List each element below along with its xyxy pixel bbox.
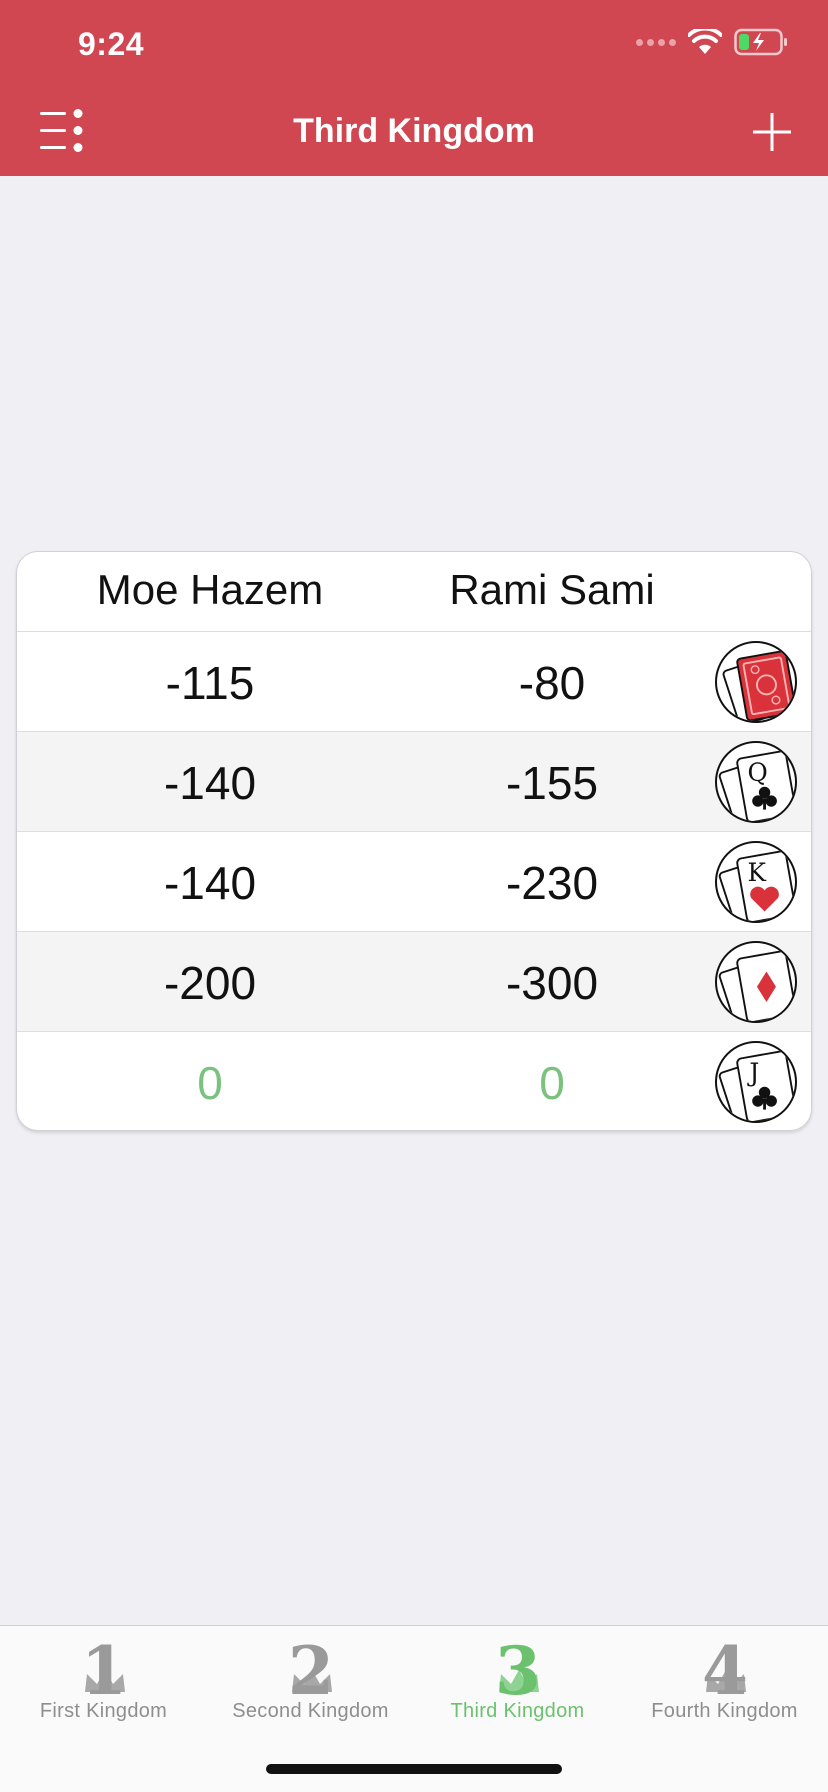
jack-of-clubs-icon[interactable]: J: [715, 1041, 797, 1123]
svg-text:3: 3: [495, 1632, 541, 1700]
score-cell: -140: [163, 757, 257, 809]
queen-of-clubs-icon[interactable]: Q: [715, 741, 797, 823]
navigation-header: 9:24 Third Kingdom: [0, 0, 828, 176]
svg-text:1: 1: [81, 1632, 127, 1700]
score-cell: -115: [165, 657, 255, 709]
battery-charging-icon: [734, 28, 787, 56]
wifi-icon: [688, 29, 722, 54]
table-row[interactable]: -115 -80: [17, 632, 811, 732]
score-cell: 0: [539, 1057, 565, 1109]
player-name: Moe Hazem: [96, 566, 324, 613]
svg-text:4: 4: [702, 1632, 748, 1700]
tab-third-kingdom[interactable]: 3 Third Kingdom: [414, 1630, 621, 1740]
table-row[interactable]: -140 -155 Q: [17, 732, 811, 832]
add-button[interactable]: [750, 110, 794, 154]
tab-fourth-kingdom[interactable]: 4 Fourth Kingdom: [621, 1630, 828, 1740]
tab-label: Fourth Kingdom: [651, 1700, 798, 1722]
signal-dots-icon: [636, 38, 676, 46]
tab-label: Second Kingdom: [232, 1700, 389, 1722]
score-cell: -300: [505, 957, 599, 1009]
svg-text:K: K: [747, 858, 766, 887]
tab-second-kingdom[interactable]: 2 Second Kingdom: [207, 1630, 414, 1740]
svg-text:Q: Q: [747, 758, 767, 787]
score-cell: -80: [518, 657, 586, 709]
score-cell: -230: [505, 857, 599, 909]
table-row[interactable]: 0 0 J: [17, 1032, 811, 1130]
player-name: Rami Sami: [449, 566, 655, 613]
king-of-hearts-icon[interactable]: K: [715, 841, 797, 923]
tab-label: Third Kingdom: [450, 1700, 585, 1722]
crown-number-icon: 3: [495, 1632, 541, 1700]
plus-icon: [753, 113, 791, 151]
score-cell: -140: [163, 857, 257, 909]
home-indicator: [266, 1764, 562, 1774]
table-row[interactable]: -200 -300: [17, 932, 811, 1032]
diamonds-icon[interactable]: [715, 941, 797, 1023]
score-cell: -155: [505, 757, 599, 809]
card-back-icon[interactable]: [715, 641, 797, 723]
tab-first-kingdom[interactable]: 1 First Kingdom: [0, 1630, 207, 1740]
page-title: Third Kingdom: [293, 112, 535, 150]
table-row[interactable]: -140 -230 K: [17, 832, 811, 932]
crown-number-icon: 4: [702, 1632, 748, 1700]
crown-number-icon: 2: [288, 1632, 334, 1700]
status-time: 9:24: [78, 26, 145, 62]
score-cell: -200: [163, 957, 257, 1009]
score-cell: 0: [197, 1057, 223, 1109]
status-icons: [636, 28, 788, 56]
crown-number-icon: 1: [81, 1632, 127, 1700]
score-table-header: Moe Hazem Rami Sami: [17, 552, 811, 632]
tab-label: First Kingdom: [39, 1700, 168, 1722]
svg-text:2: 2: [288, 1632, 334, 1700]
score-table: Moe Hazem Rami Sami -115 -80 -140 -155 Q: [16, 551, 812, 1131]
